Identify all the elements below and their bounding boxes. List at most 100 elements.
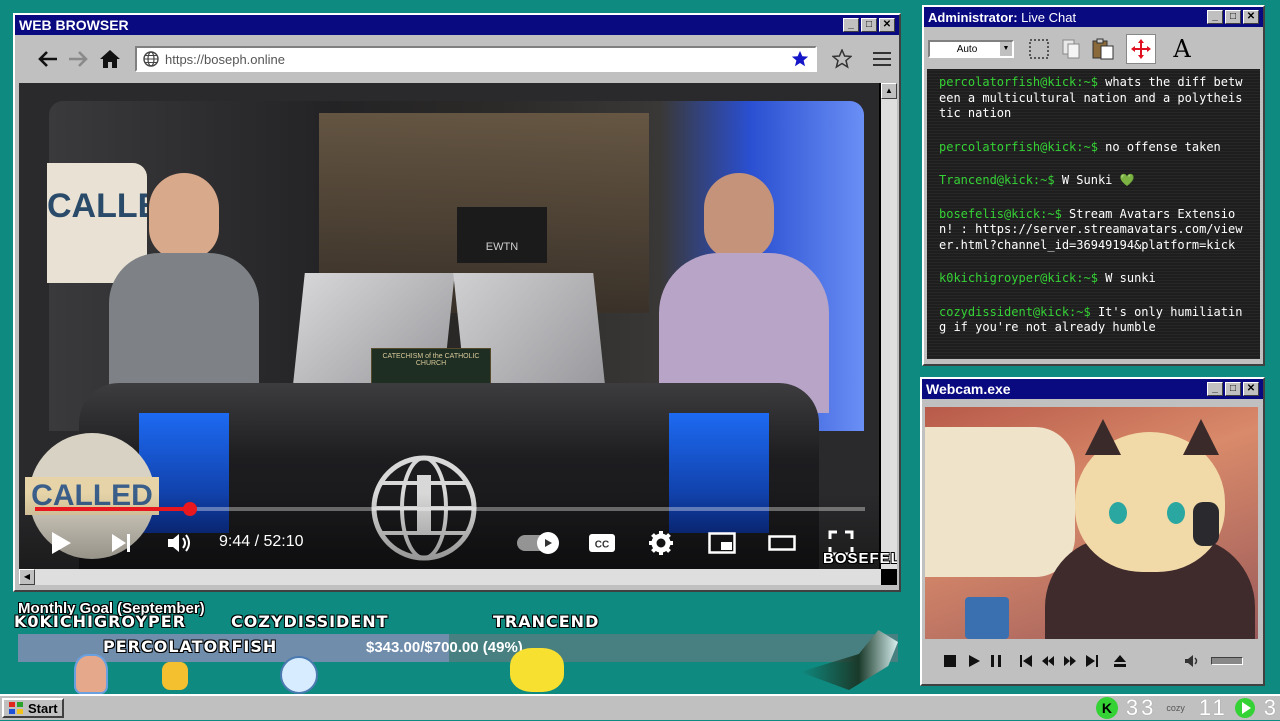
home-icon[interactable]	[97, 46, 123, 72]
sprite-4	[510, 648, 564, 692]
maximize-button[interactable]: □	[861, 18, 877, 32]
url-text: https://boseph.online	[165, 51, 285, 67]
close-button[interactable]: ✕	[1243, 10, 1259, 24]
chat-titlebar[interactable]: Administrator: Live Chat _ □ ✕	[924, 7, 1263, 27]
start-button[interactable]: Start	[2, 698, 64, 718]
cozy-icon[interactable]: cozy	[1166, 703, 1185, 713]
avatar-cat-ear-left	[1085, 419, 1121, 455]
close-button[interactable]: ✕	[879, 18, 895, 32]
chat-username[interactable]: k0kichigroyper@kick:~$	[939, 271, 1098, 285]
video-frame[interactable]: CALLED EWTN CATECHISM of the CATHOLIC CH…	[19, 83, 879, 569]
chat-message: bosefelis@kick:~$ Stream Avatars Extensi…	[939, 207, 1248, 254]
close-button[interactable]: ✕	[1243, 382, 1259, 396]
next-icon[interactable]	[1083, 652, 1101, 670]
chat-username[interactable]: Trancend@kick:~$	[939, 173, 1055, 187]
globe-icon	[143, 51, 159, 67]
play-icon[interactable]	[47, 529, 75, 557]
play-viewer-count: 3	[1263, 695, 1276, 720]
miniplayer-icon[interactable]	[707, 531, 737, 555]
browser-content: CALLED EWTN CATECHISM of the CATHOLIC CH…	[19, 83, 897, 585]
select-region-icon[interactable]	[1026, 36, 1052, 62]
maximize-button[interactable]: □	[1225, 382, 1241, 396]
avatar-name-4: TRANCEND	[493, 612, 600, 631]
book-title: CATECHISM of the CATHOLIC CHURCH	[382, 353, 480, 367]
volume-icon[interactable]	[165, 529, 193, 557]
horizontal-scrollbar[interactable]: ◀	[19, 569, 881, 585]
system-tray: K 33 cozy 11 3	[1095, 695, 1276, 721]
move-icon[interactable]	[1126, 34, 1156, 64]
volume-icon[interactable]	[1183, 652, 1201, 670]
chat-message-text: no offense taken	[1097, 139, 1221, 154]
avatar-name-2: PERCOLATORFISH	[103, 637, 278, 656]
play-icon[interactable]	[965, 652, 983, 670]
zoom-select[interactable]: Auto ▼	[928, 40, 1014, 58]
chat-username[interactable]: percolatorfish@kick:~$	[939, 140, 1098, 154]
chat-message: cozydissident@kick:~$ It's only humiliat…	[939, 305, 1248, 336]
host-right	[659, 173, 829, 413]
browser-window: WEB BROWSER _ □ ✕ https://boseph.online	[13, 13, 901, 592]
chat-message: k0kichigroyper@kick:~$ W sunki	[939, 271, 1248, 287]
progress-track[interactable]	[35, 502, 865, 516]
avatar-cat-ear-right	[1183, 419, 1219, 455]
webcam-title: Webcam.exe	[926, 381, 1011, 397]
browser-title: WEB BROWSER	[19, 17, 129, 33]
cozy-viewer-count: 11	[1198, 695, 1228, 720]
network-sign-text: EWTN	[485, 241, 519, 253]
theater-mode-icon[interactable]	[767, 533, 797, 553]
copy-icon[interactable]	[1058, 36, 1084, 62]
time-display: 9:44 / 52:10	[219, 533, 304, 551]
chevron-down-icon: ▼	[1000, 42, 1012, 56]
previous-icon[interactable]	[1017, 652, 1035, 670]
eject-icon[interactable]	[1111, 652, 1129, 670]
volume-slider[interactable]	[1211, 657, 1243, 665]
play-icon[interactable]	[1234, 697, 1258, 719]
pause-icon[interactable]	[987, 652, 1005, 670]
chat-username[interactable]: percolatorfish@kick:~$	[939, 75, 1098, 89]
progress-scrubber[interactable]	[183, 502, 198, 516]
chat-username[interactable]: cozydissident@kick:~$	[939, 305, 1091, 319]
sprite-2	[162, 662, 188, 690]
progress-fill	[35, 507, 191, 511]
webcam-feed	[925, 407, 1258, 639]
minimize-button[interactable]: _	[1207, 10, 1223, 24]
font-icon[interactable]: A	[1168, 35, 1196, 63]
favorites-star-icon[interactable]	[829, 46, 855, 72]
forward-icon[interactable]	[65, 46, 91, 72]
kick-icon[interactable]: K	[1095, 697, 1118, 719]
fast-forward-icon[interactable]	[1061, 652, 1079, 670]
zoom-select-value: Auto	[956, 43, 978, 55]
catechism-book: CATECHISM of the CATHOLIC CHURCH	[371, 348, 491, 388]
chat-window: Administrator: Live Chat _ □ ✕ Auto ▼ A …	[922, 5, 1265, 366]
back-icon[interactable]	[35, 46, 61, 72]
bookmark-star-icon[interactable]	[791, 50, 809, 68]
paste-icon[interactable]	[1090, 36, 1116, 62]
chat-title: Live Chat	[1017, 9, 1077, 25]
stop-icon[interactable]	[941, 652, 959, 670]
captions-icon[interactable]: CC	[587, 531, 617, 555]
taskbar: Start K 33 cozy 11 3	[0, 694, 1280, 720]
address-bar[interactable]: https://boseph.online	[135, 46, 817, 72]
streamer-watermark: BOSEFELIS	[822, 550, 897, 567]
chat-message: percolatorfish@kick:~$ whats the diff be…	[939, 75, 1248, 122]
avatar-name-3: COZYDISSIDENT	[231, 612, 389, 631]
avatar-headphones	[1193, 502, 1219, 546]
menu-icon[interactable]	[869, 46, 895, 72]
next-icon[interactable]	[107, 529, 135, 557]
minimize-button[interactable]: _	[843, 18, 859, 32]
autoplay-toggle[interactable]	[517, 532, 559, 554]
chat-username[interactable]: bosefelis@kick:~$	[939, 207, 1062, 221]
maximize-button[interactable]: □	[1225, 10, 1241, 24]
vertical-scrollbar[interactable]: ▲	[881, 83, 897, 569]
chat-message-text: W Sunki 💚	[1054, 173, 1135, 187]
network-sign: EWTN	[457, 207, 547, 263]
browser-titlebar[interactable]: WEB BROWSER _ □ ✕	[15, 15, 899, 35]
webcam-titlebar[interactable]: Webcam.exe _ □ ✕	[922, 379, 1263, 399]
goal-amount: $343.00/$700.00 (49%)	[366, 639, 523, 656]
minimize-button[interactable]: _	[1207, 382, 1223, 396]
browser-toolbar: https://boseph.online	[19, 39, 895, 79]
rewind-icon[interactable]	[1039, 652, 1057, 670]
monthly-goal-overlay: Monthly Goal (September) $343.00/$700.00…	[0, 596, 915, 694]
player-controls: 9:44 / 52:10 CC	[19, 493, 879, 569]
time-current: 9:44	[219, 533, 251, 550]
settings-icon[interactable]	[647, 529, 675, 557]
